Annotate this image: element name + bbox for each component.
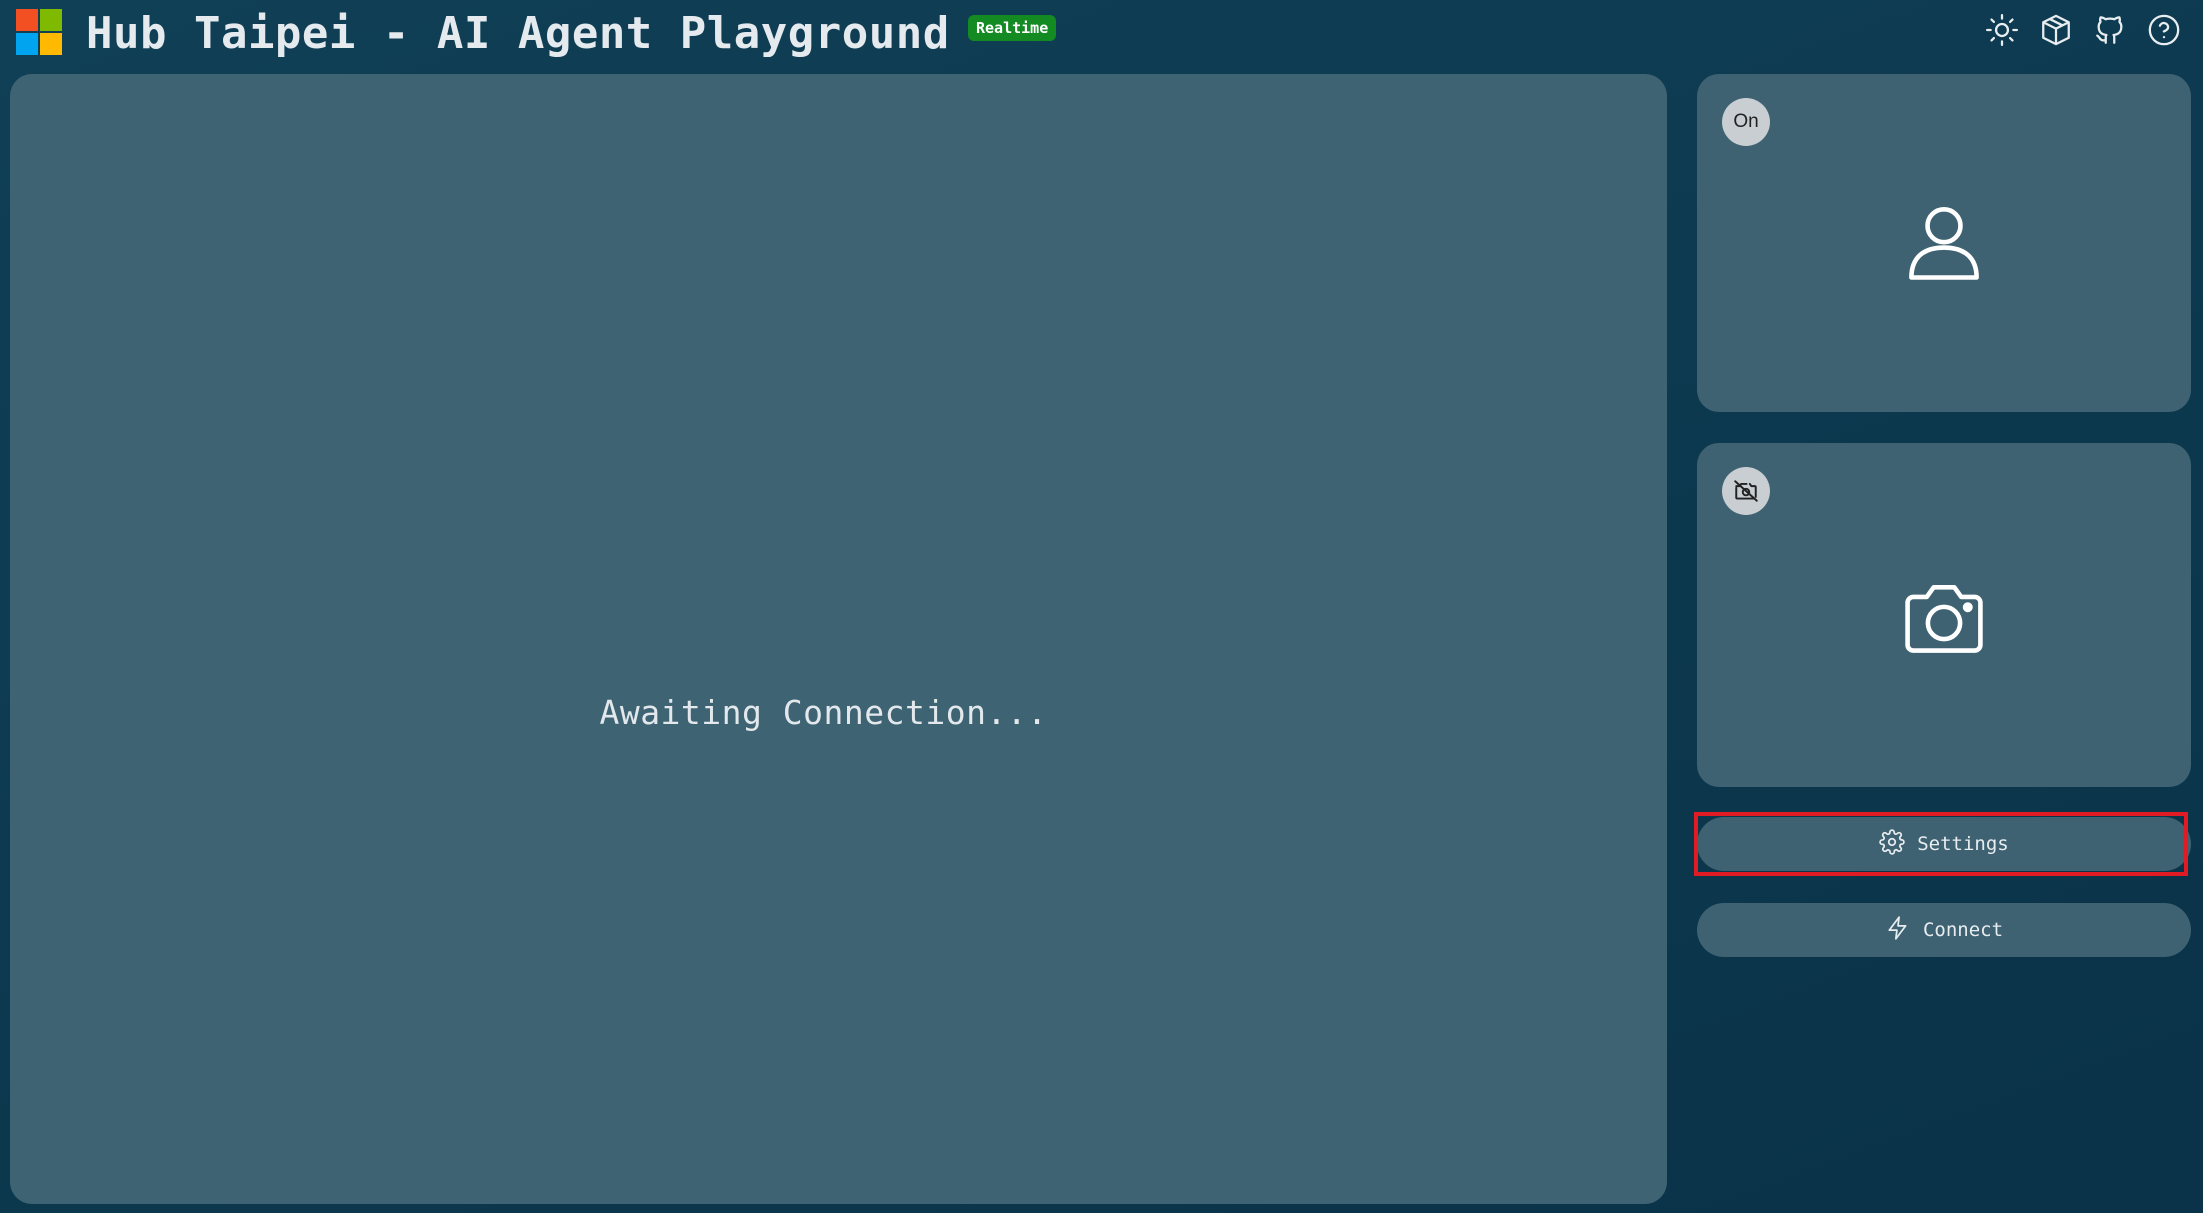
logo-square-green — [40, 9, 62, 31]
sun-icon[interactable] — [1985, 13, 2019, 47]
microsoft-logo — [16, 9, 62, 55]
cube-icon[interactable] — [2039, 13, 2073, 47]
app-title: Hub Taipei - AI Agent Playground — [86, 8, 950, 59]
gear-icon — [1879, 828, 1905, 860]
connect-button-label: Connect — [1922, 919, 2004, 941]
header-bar: Hub Taipei - AI Agent Playground Realtim… — [0, 0, 2203, 70]
settings-button-label: Settings — [1917, 833, 2009, 855]
header-icon-group — [1985, 13, 2181, 47]
github-icon[interactable] — [2093, 13, 2127, 47]
microphone-toggle-chip[interactable]: On — [1722, 98, 1770, 146]
help-icon[interactable] — [2147, 13, 2181, 47]
settings-button[interactable]: Settings — [1697, 817, 2191, 871]
camera-icon — [1898, 572, 1990, 664]
camera-card — [1697, 443, 2191, 787]
user-card: On — [1697, 74, 2191, 412]
connect-button[interactable]: Connect — [1697, 903, 2191, 957]
logo-square-yellow — [40, 33, 62, 55]
realtime-badge: Realtime — [968, 15, 1057, 41]
connection-status-text: Awaiting Connection... — [599, 692, 1048, 732]
logo-square-red — [16, 9, 38, 31]
user-icon — [1898, 197, 1990, 289]
camera-off-icon[interactable] — [1722, 467, 1770, 515]
lightning-icon — [1885, 915, 1911, 946]
logo-square-blue — [16, 33, 38, 55]
main-video-panel: Awaiting Connection... — [10, 74, 1667, 1204]
app-window: Hub Taipei - AI Agent Playground Realtim… — [0, 0, 2203, 1213]
